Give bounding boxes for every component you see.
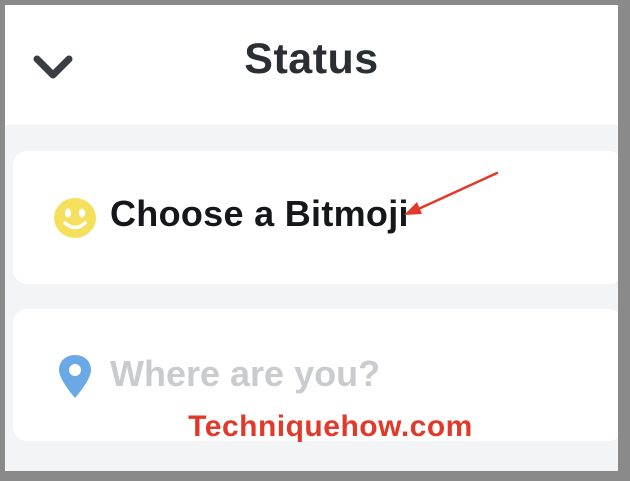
bitmoji-face-icon <box>54 198 96 238</box>
location-pin-icon <box>59 355 91 398</box>
location-input[interactable] <box>110 347 570 401</box>
watermark-text: Techniquehow.com <box>188 410 473 443</box>
status-screen: Status Choose a Bitmoji Techniquehow.com <box>5 5 618 471</box>
annotation-arrow <box>404 171 499 215</box>
page-title: Status <box>244 35 379 83</box>
header: Status <box>5 5 618 125</box>
choose-bitmoji-button[interactable]: Choose a Bitmoji <box>13 151 618 284</box>
choose-bitmoji-label: Choose a Bitmoji <box>110 193 409 234</box>
